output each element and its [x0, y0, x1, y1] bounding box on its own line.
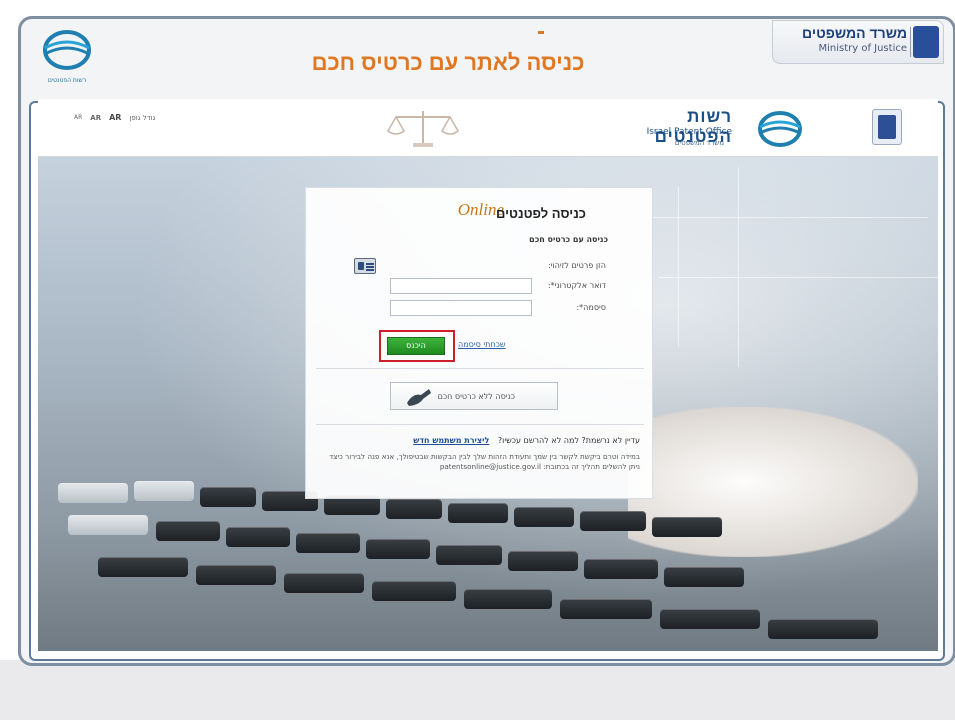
password-label: סיסמה*:: [576, 303, 606, 312]
smartcard-login-subtitle: כניסה עם כרטיס חכם: [529, 235, 608, 244]
israel-patent-office-brand: רשות הפטנטים Israel Patent Office משרד ה…: [608, 107, 818, 151]
register-question: עדיין לא נרשמת? למה לא להרשם עכשיו?: [498, 436, 640, 445]
panel-divider: [316, 424, 644, 425]
ministry-separator: [910, 27, 911, 57]
font-size-small[interactable]: AR: [74, 114, 82, 121]
panel-divider: [316, 368, 644, 369]
ministry-name-hebrew: משרד המשפטים: [802, 25, 907, 41]
login-panel: Online כניסה לפטנטים כניסה עם כרטיס חכם …: [305, 187, 653, 499]
font-size-label: גודל גופן: [129, 114, 155, 122]
font-size-medium[interactable]: AR: [90, 114, 101, 122]
no-card-button-label: כניסה ללא כרטיס חכם: [438, 392, 515, 401]
password-field[interactable]: [390, 300, 532, 316]
ministry-of-justice-badge: משרד המשפטים Ministry of Justice: [772, 20, 944, 64]
login-without-smartcard-button[interactable]: כניסה ללא כרטיס חכם: [390, 382, 558, 410]
site-header: AR AR AR גודל גופן רשות הפטנטים Israel P…: [38, 99, 938, 157]
ministry-name-english: Ministry of Justice: [818, 43, 907, 54]
help-email: patentsonline@justice.gov.il: [440, 462, 541, 472]
forgot-password-link[interactable]: שכחתי סיסמה: [458, 340, 506, 349]
brand-name-english: Israel Patent Office: [647, 127, 732, 137]
font-size-large[interactable]: AR: [109, 113, 121, 122]
brand-subtitle: משרד המשפטים: [675, 139, 724, 147]
font-size-controls: AR AR AR גודל גופן: [74, 113, 155, 122]
id-card-icon: [354, 258, 376, 274]
logo-caption: רשות הפטנטים: [32, 77, 102, 84]
slide-bottom-area: [0, 660, 955, 720]
patent-office-wave-icon: [742, 109, 818, 149]
keyboard-image: [38, 477, 938, 651]
state-emblem-icon: [872, 109, 902, 145]
hand-pointer-icon: [405, 387, 433, 407]
title-accent-mark: [538, 31, 544, 34]
login-title: כניסה לפטנטים: [496, 206, 586, 221]
patent-office-logo-icon: [32, 26, 102, 74]
slide-title: כניסה לאתר עם כרטיס חכם: [218, 50, 678, 76]
register-new-user-link[interactable]: ליצירת משתמש חדש: [413, 436, 489, 445]
patent-office-logo: רשות הפטנטים: [32, 26, 102, 84]
identification-label: הזן פרטים לזיהוי:: [548, 261, 606, 270]
scales-of-justice-icon: [378, 105, 468, 151]
email-field[interactable]: [390, 278, 532, 294]
patent-office-website: AR AR AR גודל גופן רשות הפטנטים Israel P…: [38, 99, 938, 651]
state-emblem-icon: [913, 26, 939, 58]
login-submit-button[interactable]: היכנס: [387, 337, 445, 355]
register-line: עדיין לא נרשמת? למה לא להרשם עכשיו? ליצי…: [413, 436, 640, 445]
help-text: במידה וטרם ביקשת לקשר בין שמך ותעודת הזה…: [320, 452, 640, 472]
email-label: דואר אלקטרוני*:: [548, 281, 606, 290]
slide-header: רשות הפטנטים כניסה לאתר עם כרטיס חכם משר…: [18, 16, 955, 90]
